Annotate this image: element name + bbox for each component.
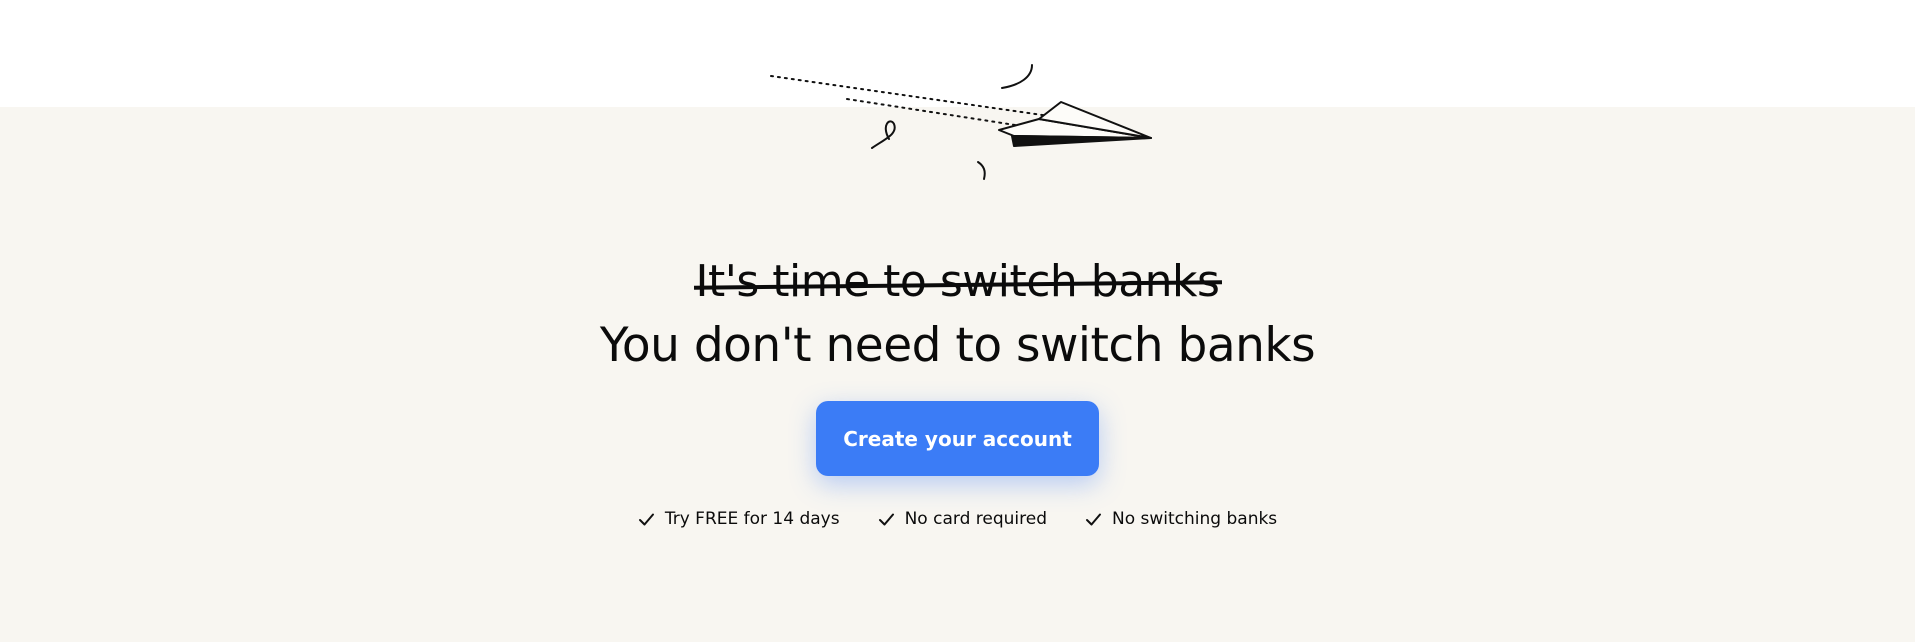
feature-label: Try FREE for 14 days xyxy=(664,509,840,529)
feature-list: Try FREE for 14 days No card required No… xyxy=(0,507,1915,531)
feature-item: No card required xyxy=(878,507,1047,531)
page-title: You don't need to switch banks xyxy=(599,318,1316,373)
check-icon xyxy=(1086,513,1101,525)
struck-headline: It's time to switch banks xyxy=(0,252,1915,312)
feature-item: Try FREE for 14 days xyxy=(638,507,840,531)
create-account-button[interactable]: Create your account xyxy=(816,401,1099,476)
paper-plane-illustration xyxy=(770,64,1152,180)
page: It's time to switch banks You don't need… xyxy=(0,0,1915,642)
feature-label: No switching banks xyxy=(1112,509,1278,529)
feature-item: No switching banks xyxy=(1085,507,1277,531)
check-icon xyxy=(878,513,894,525)
feature-label: No card required xyxy=(904,509,1047,529)
struck-headline-text: It's time to switch banks xyxy=(693,252,1222,312)
check-icon xyxy=(638,513,654,525)
